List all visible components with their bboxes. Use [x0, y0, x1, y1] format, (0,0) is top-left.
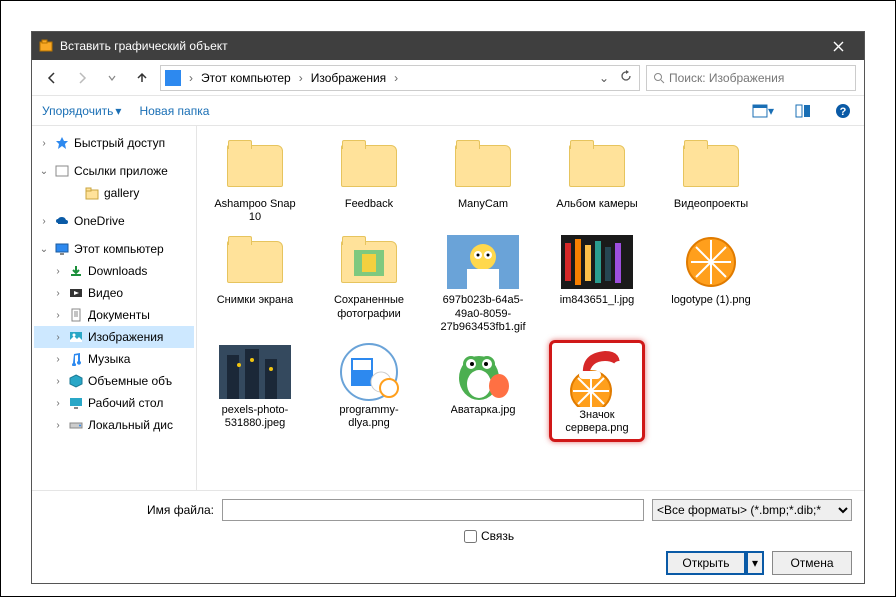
file-label: Значок сервера.png [556, 409, 638, 435]
chevron-right-icon[interactable]: › [390, 71, 402, 85]
chevron-right-icon[interactable]: › [185, 71, 197, 85]
tree-quick-access[interactable]: ›Быстрый доступ [34, 132, 194, 154]
file-item[interactable]: Сохраненные фотографии [321, 230, 417, 336]
link-checkbox[interactable] [464, 530, 477, 543]
file-thumbnail [561, 232, 633, 292]
file-item[interactable]: im843651_l.jpg [549, 230, 645, 336]
file-label: programmy-dlya.png [323, 404, 415, 430]
tree-this-pc[interactable]: ⌄Этот компьютер [34, 238, 194, 260]
search-placeholder: Поиск: Изображения [669, 71, 784, 85]
preview-pane-button[interactable] [792, 100, 814, 122]
tree-desktop[interactable]: ›Рабочий стол [34, 392, 194, 414]
tree-downloads[interactable]: ›Downloads [34, 260, 194, 282]
toolbar: Упорядочить ▾ Новая папка ▾ ? [32, 96, 864, 126]
search-icon [653, 72, 665, 84]
file-thumbnail [447, 342, 519, 402]
file-label: Ashampoo Snap 10 [209, 198, 301, 224]
file-open-dialog: Вставить графический объект › Этот компь… [31, 31, 865, 584]
tree-3d-objects[interactable]: ›Объемные объ [34, 370, 194, 392]
file-label: Видеопроекты [674, 198, 748, 211]
file-item[interactable]: Feedback [321, 134, 417, 226]
path-folder[interactable]: Изображения [311, 71, 386, 85]
forward-button[interactable] [70, 66, 94, 90]
back-button[interactable] [40, 66, 64, 90]
bottom-panel: Имя файла: <Все форматы> (*.bmp;*.dib;* … [32, 490, 864, 583]
filename-label: Имя файла: [44, 503, 214, 517]
file-thumbnail [333, 136, 405, 196]
file-label: Аватарка.jpg [451, 404, 516, 417]
help-button[interactable]: ? [832, 100, 854, 122]
file-item[interactable]: Ashampoo Snap 10 [207, 134, 303, 226]
file-label: Feedback [345, 198, 393, 211]
search-input[interactable]: Поиск: Изображения [646, 65, 856, 91]
open-dropdown[interactable]: ▾ [746, 551, 764, 575]
view-mode-button[interactable]: ▾ [752, 100, 774, 122]
file-item[interactable]: Альбом камеры [549, 134, 645, 226]
file-thumbnail [333, 232, 405, 292]
file-thumbnail [561, 136, 633, 196]
app-icon [38, 38, 54, 54]
file-label: 697b023b-64a5-49a0-8059-27b963453fb1.gif [437, 294, 529, 334]
address-dropdown[interactable]: ⌄ [595, 71, 613, 85]
cancel-button[interactable]: Отмена [772, 551, 852, 575]
close-button[interactable] [818, 32, 858, 60]
file-thumbnail [447, 136, 519, 196]
file-item[interactable]: pexels-photo-531880.jpeg [207, 340, 303, 442]
chevron-right-icon[interactable]: › [295, 71, 307, 85]
file-label: logotype (1).png [671, 294, 751, 307]
file-thumbnail [675, 232, 747, 292]
chevron-down-icon: ▾ [115, 104, 121, 118]
file-item[interactable]: Значок сервера.png [549, 340, 645, 442]
nav-row: › Этот компьютер › Изображения › ⌄ Поиск… [32, 60, 864, 96]
titlebar: Вставить графический объект [32, 32, 864, 60]
file-thumbnail [447, 232, 519, 292]
tree-music[interactable]: ›Музыка [34, 348, 194, 370]
file-thumbnail [561, 347, 633, 407]
tree-onedrive[interactable]: ›OneDrive [34, 210, 194, 232]
tree-app-links[interactable]: ⌄Ссылки приложе [34, 160, 194, 182]
filename-input[interactable] [222, 499, 644, 521]
recent-dropdown[interactable] [100, 66, 124, 90]
file-item[interactable]: 697b023b-64a5-49a0-8059-27b963453fb1.gif [435, 230, 531, 336]
window-title: Вставить графический объект [60, 39, 228, 53]
file-label: Снимки экрана [217, 294, 294, 307]
tree-videos[interactable]: ›Видео [34, 282, 194, 304]
tree-pictures[interactable]: ›Изображения [34, 326, 194, 348]
filetype-select[interactable]: <Все форматы> (*.bmp;*.dib;* [652, 499, 852, 521]
file-item[interactable]: logotype (1).png [663, 230, 759, 336]
file-thumbnail [219, 136, 291, 196]
file-label: ManyCam [458, 198, 508, 211]
file-label: Сохраненные фотографии [323, 294, 415, 320]
tree-local-disk[interactable]: ›Локальный дис [34, 414, 194, 436]
file-item[interactable]: Аватарка.jpg [435, 340, 531, 442]
tree-gallery[interactable]: gallery [34, 182, 194, 204]
tree-documents[interactable]: ›Документы [34, 304, 194, 326]
address-bar[interactable]: › Этот компьютер › Изображения › ⌄ [160, 65, 640, 91]
file-grid: Ashampoo Snap 10 Feedback ManyCam Альбом ка… [197, 126, 864, 490]
refresh-button[interactable] [617, 70, 635, 85]
file-item[interactable]: ManyCam [435, 134, 531, 226]
svg-text:?: ? [840, 106, 847, 118]
new-folder-button[interactable]: Новая папка [139, 104, 209, 118]
nav-tree: ›Быстрый доступ ⌄Ссылки приложе gallery … [32, 126, 197, 490]
path-root[interactable]: Этот компьютер [201, 71, 291, 85]
open-button[interactable]: Открыть [666, 551, 746, 575]
file-item[interactable]: Снимки экрана [207, 230, 303, 336]
file-label: im843651_l.jpg [560, 294, 635, 307]
link-checkbox-label: Связь [481, 529, 514, 543]
file-item[interactable]: Видеопроекты [663, 134, 759, 226]
organize-menu[interactable]: Упорядочить ▾ [42, 104, 121, 118]
file-label: Альбом камеры [556, 198, 637, 211]
up-button[interactable] [130, 66, 154, 90]
file-item[interactable]: programmy-dlya.png [321, 340, 417, 442]
file-thumbnail [219, 232, 291, 292]
file-thumbnail [675, 136, 747, 196]
file-thumbnail [333, 342, 405, 402]
file-thumbnail [219, 342, 291, 402]
file-label: pexels-photo-531880.jpeg [209, 404, 301, 430]
thispc-icon [165, 70, 181, 86]
